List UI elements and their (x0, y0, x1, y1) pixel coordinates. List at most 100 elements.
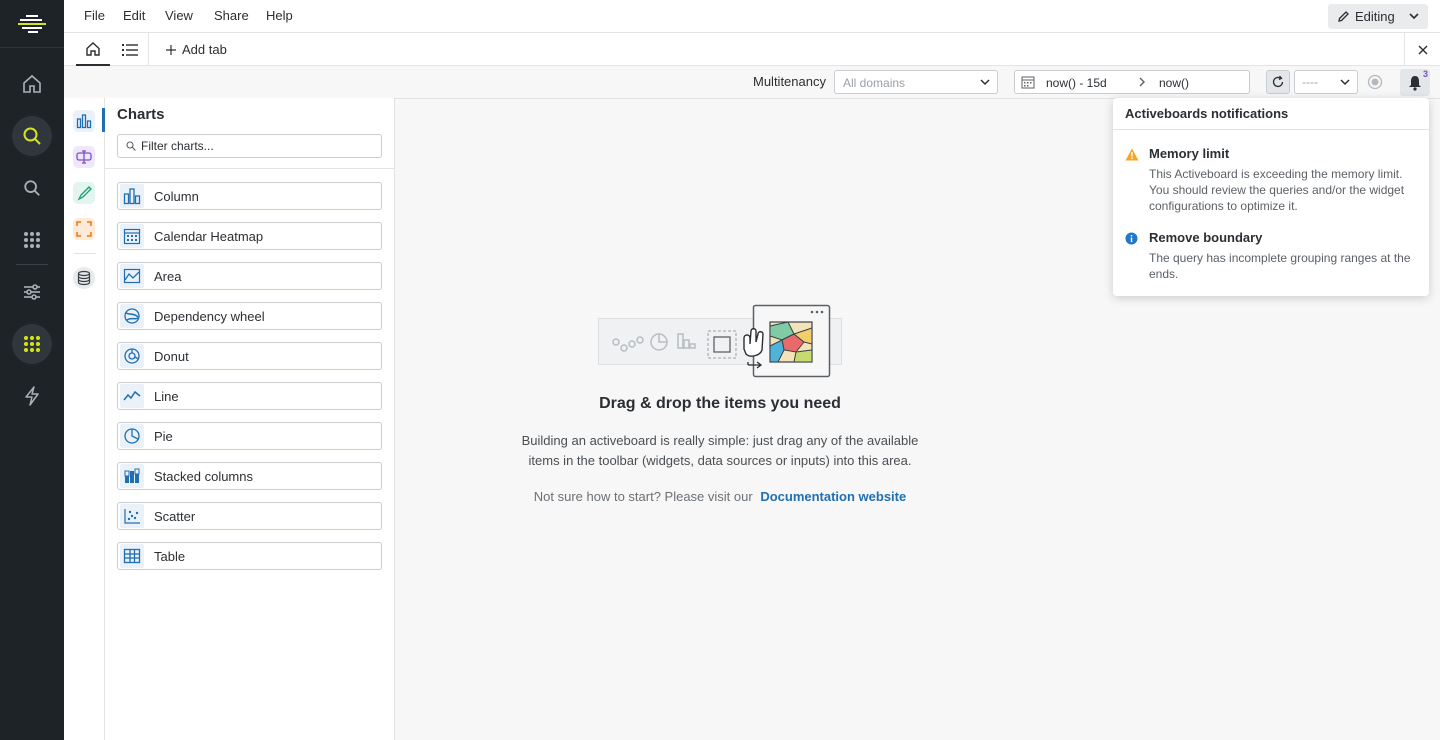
add-tab-button[interactable]: Add tab (166, 42, 227, 57)
donut-chart-icon (120, 344, 144, 368)
chart-item-dependency-wheel[interactable]: Dependency wheel (117, 302, 382, 330)
rail-widgets-button[interactable] (73, 218, 95, 240)
frame-icon (76, 221, 92, 237)
rail-inputs-button[interactable] (73, 146, 95, 168)
date-to-value[interactable]: now() (1159, 76, 1189, 90)
notification-count-badge: 3 (1422, 69, 1428, 79)
domains-select[interactable]: All domains (834, 70, 998, 94)
column-chart-icon (120, 184, 144, 208)
record-icon (1367, 74, 1383, 90)
home-icon (23, 74, 41, 93)
nav-apps-button[interactable] (12, 220, 52, 260)
rail-divider (74, 253, 96, 254)
refresh-interval-select[interactable]: ---- (1294, 70, 1358, 94)
notification-text: The query has incomplete grouping ranges… (1149, 251, 1411, 281)
chart-types-list: Column Calendar Heatmap Area Dependency … (117, 182, 382, 582)
nav-alerts-button[interactable] (12, 376, 52, 416)
drag-drop-illustration (598, 304, 842, 378)
dependency-wheel-icon (120, 304, 144, 328)
rail-charts-button[interactable] (73, 110, 95, 132)
menu-view[interactable]: View (165, 8, 193, 23)
notification-item: Memory limit This Activeboard is exceedi… (1125, 146, 1421, 213)
domains-placeholder: All domains (843, 76, 906, 90)
chart-item-calendar-heatmap[interactable]: Calendar Heatmap (117, 222, 382, 250)
tab-list-button[interactable] (114, 33, 146, 66)
tab-divider (148, 33, 149, 66)
search-icon (126, 141, 136, 151)
editing-mode-button[interactable]: Editing (1328, 4, 1428, 29)
chart-item-label: Table (154, 548, 186, 564)
documentation-link[interactable]: Documentation website (760, 489, 906, 504)
nav-home-button[interactable] (12, 64, 52, 104)
notifications-title: Activeboards notifications (1125, 106, 1289, 121)
notification-item: Remove boundary The query has incomplete… (1125, 230, 1421, 281)
nav-divider (16, 264, 48, 265)
column-chart-icon (76, 114, 92, 129)
notification-text: This Activeboard is exceeding the memory… (1149, 167, 1405, 213)
chart-item-line[interactable]: Line (117, 382, 382, 410)
apps-grid-icon (24, 336, 40, 352)
notification-title: Memory limit (1149, 146, 1230, 161)
refresh-button[interactable] (1266, 70, 1290, 94)
brush-icon (77, 186, 92, 201)
chart-item-column[interactable]: Column (117, 182, 382, 210)
menu-share[interactable]: Share (214, 8, 249, 23)
chart-item-label: Stacked columns (154, 468, 253, 484)
menu-edit[interactable]: Edit (123, 8, 145, 23)
tab-home[interactable] (76, 33, 110, 66)
close-button[interactable] (1404, 33, 1440, 66)
menu-help[interactable]: Help (266, 8, 293, 23)
chart-item-scatter[interactable]: Scatter (117, 502, 382, 530)
chart-item-table[interactable]: Table (117, 542, 382, 570)
menu-bar: File Edit View Share Help Editing (64, 0, 1440, 33)
chevron-down-icon (1340, 79, 1350, 86)
menu-file[interactable]: File (84, 8, 105, 23)
chart-item-label: Area (154, 268, 182, 284)
activeboard-toolbar: Multitenancy All domains now() - 15d now… (64, 66, 1440, 99)
search-icon (24, 180, 40, 196)
app-logo[interactable] (0, 0, 64, 48)
nav-activeboards-button[interactable] (12, 324, 52, 364)
panel-divider (105, 168, 394, 169)
chart-item-label: Dependency wheel (154, 308, 265, 324)
chart-item-label: Pie (154, 428, 173, 444)
chart-item-stacked-columns[interactable]: Stacked columns (117, 462, 382, 490)
scatter-chart-icon (120, 504, 144, 528)
tab-bar: Add tab (64, 33, 1440, 66)
widget-category-rail (64, 98, 105, 740)
table-icon (120, 544, 144, 568)
filter-charts-input[interactable] (141, 139, 361, 153)
notifications-button[interactable]: 3 (1400, 69, 1430, 96)
pencil-icon (1338, 11, 1349, 22)
chart-item-label: Scatter (154, 508, 196, 524)
search-icon (23, 127, 41, 145)
rail-custom-button[interactable] (73, 182, 95, 204)
main-navigation (0, 0, 64, 740)
apps-grid-icon (24, 232, 40, 248)
nav-settings-button[interactable] (12, 272, 52, 312)
area-chart-icon (120, 264, 144, 288)
chevron-down-icon (1409, 13, 1419, 20)
record-button[interactable] (1365, 72, 1385, 92)
calendar-heatmap-icon (120, 224, 144, 248)
filter-charts-field[interactable] (117, 134, 382, 158)
date-range-picker[interactable]: now() - 15d now() (1014, 70, 1250, 94)
calendar-icon (1021, 76, 1035, 89)
editing-label: Editing (1355, 9, 1395, 24)
nav-search-active-button[interactable] (12, 116, 52, 156)
date-from-value[interactable]: now() - 15d (1046, 76, 1107, 90)
nav-search-button[interactable] (12, 168, 52, 208)
line-chart-icon (120, 384, 144, 408)
chevron-right-icon (1139, 77, 1145, 87)
rail-datasources-button[interactable] (73, 267, 95, 289)
chart-item-area[interactable]: Area (117, 262, 382, 290)
add-tab-label: Add tab (182, 42, 227, 57)
warning-icon (1125, 148, 1139, 161)
logo-icon (18, 14, 46, 33)
sliders-icon (24, 284, 40, 300)
interval-value: ---- (1302, 75, 1318, 89)
chart-item-donut[interactable]: Donut (117, 342, 382, 370)
chart-item-pie[interactable]: Pie (117, 422, 382, 450)
close-icon (1418, 45, 1427, 54)
plus-icon (166, 44, 176, 55)
